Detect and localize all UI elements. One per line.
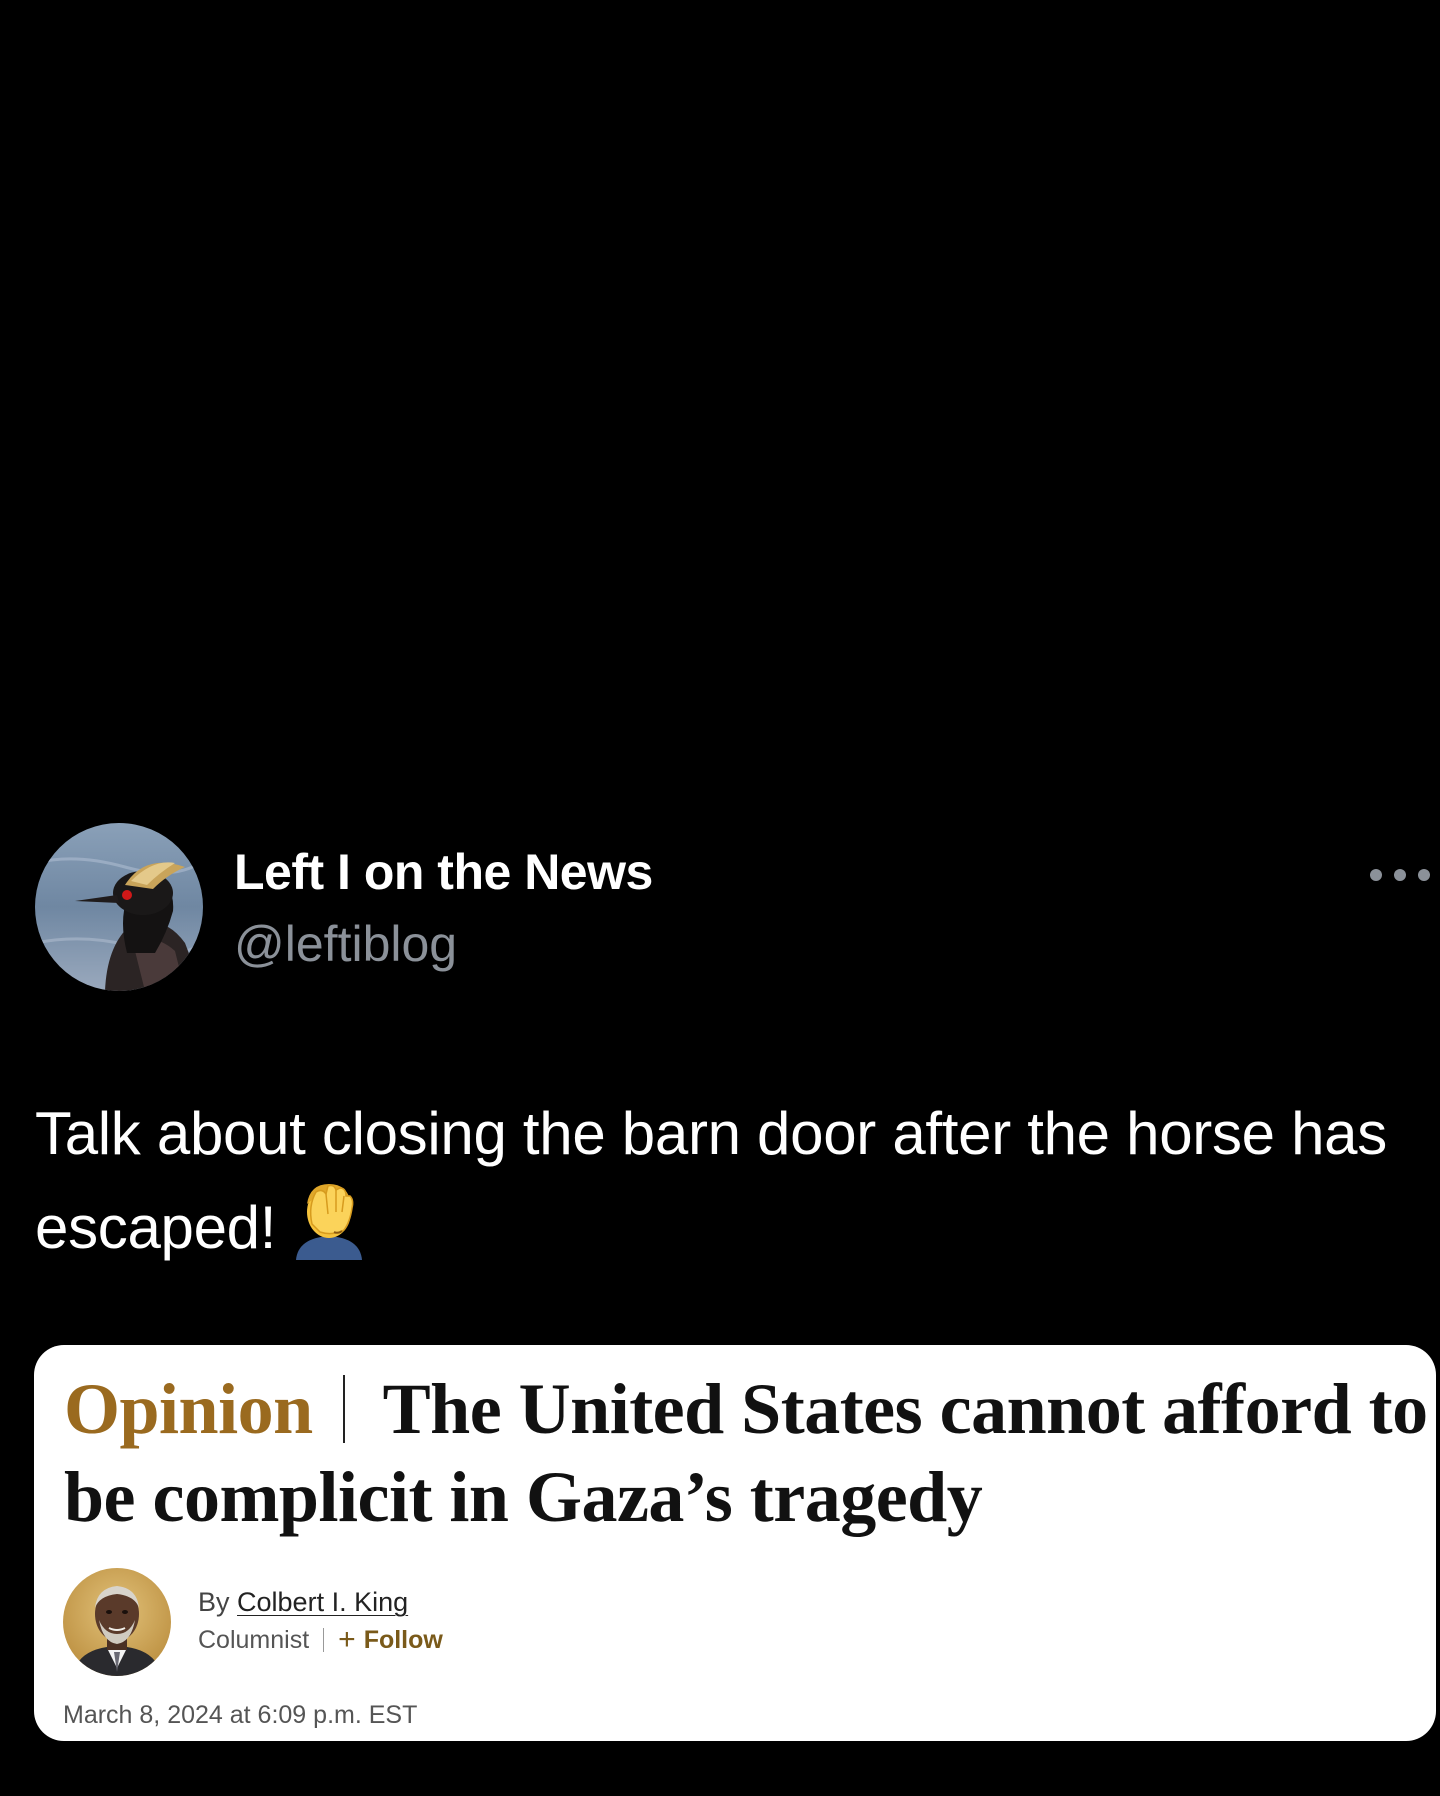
author-role: Columnist xyxy=(198,1626,310,1654)
more-options-button[interactable] xyxy=(1370,855,1430,895)
author-role-row: Columnist + Follow xyxy=(198,1624,443,1656)
bird-avatar-image xyxy=(35,823,203,991)
role-divider xyxy=(323,1628,325,1652)
more-horizontal-icon-dot xyxy=(1418,869,1430,881)
author-photo-image xyxy=(63,1568,171,1676)
more-horizontal-icon xyxy=(1370,869,1382,881)
follow-author-button[interactable]: + Follow xyxy=(338,1624,443,1656)
byline-prefix: By xyxy=(198,1587,230,1617)
tweet-body: Talk about closing the barn door after t… xyxy=(35,1100,1387,1261)
plus-icon: + xyxy=(338,1623,356,1656)
byline: By Colbert I. King xyxy=(198,1585,408,1619)
more-horizontal-icon-dot xyxy=(1394,869,1406,881)
headline-divider xyxy=(342,1375,345,1443)
profile-avatar[interactable] xyxy=(35,823,203,991)
author-avatar[interactable] xyxy=(63,1568,171,1676)
article-headline[interactable]: Opinion The United States cannot afford t… xyxy=(64,1365,1434,1541)
display-name[interactable]: Left I on the News xyxy=(234,842,653,902)
article-timestamp: March 8, 2024 at 6:09 p.m. EST xyxy=(63,1701,418,1729)
follow-label: Follow xyxy=(363,1626,443,1654)
opinion-label: Opinion xyxy=(64,1369,313,1449)
user-handle[interactable]: @leftiblog xyxy=(234,914,457,974)
tweet-text: Talk about closing the barn door after t… xyxy=(35,1090,1425,1272)
linked-article-card[interactable]: Opinion The United States cannot afford t… xyxy=(34,1345,1436,1741)
author-name-link[interactable]: Colbert I. King xyxy=(237,1587,408,1617)
face-palm-emoji-icon xyxy=(288,1178,370,1260)
